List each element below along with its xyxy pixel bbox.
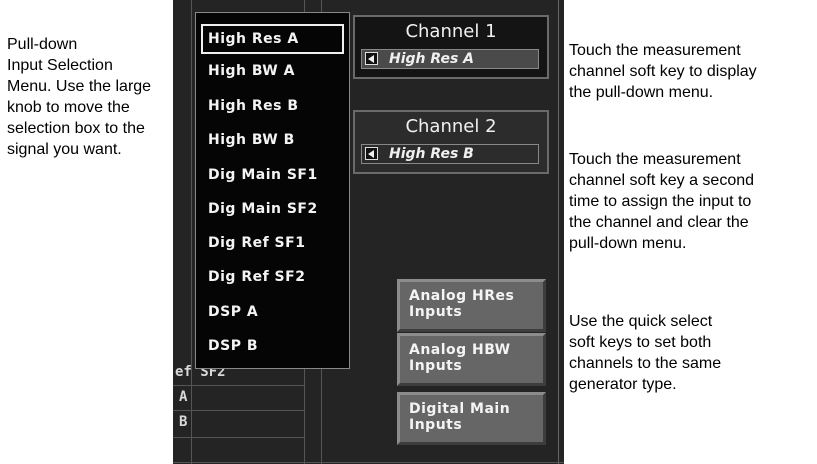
digital-main-inputs-button[interactable]: Digital Main Inputs bbox=[397, 392, 546, 445]
menu-item-dsp-a[interactable]: DSP A bbox=[201, 298, 344, 328]
assign-input-caption: Touch the measurement channel soft key a… bbox=[569, 151, 755, 252]
grid-divider bbox=[173, 437, 304, 438]
channel-2-soft-key[interactable]: Channel 2 High Res B bbox=[353, 110, 549, 174]
instrument-screen: ef SF2 A B Channel 1 High Res A Channel … bbox=[173, 0, 564, 464]
menu-item-dig-ref-sf1[interactable]: Dig Ref SF1 bbox=[201, 229, 344, 259]
grid-divider bbox=[173, 385, 304, 386]
menu-item-high-res-b[interactable]: High Res B bbox=[201, 92, 344, 122]
menu-item-high-res-a[interactable]: High Res A bbox=[201, 24, 344, 54]
channel-key-caption: Touch the measurement channel soft key t… bbox=[569, 42, 757, 101]
menu-item-high-bw-a[interactable]: High BW A bbox=[201, 57, 344, 87]
left-arrow-icon[interactable] bbox=[365, 52, 378, 65]
left-arrow-icon[interactable] bbox=[365, 147, 378, 160]
channel-2-title: Channel 2 bbox=[405, 116, 497, 137]
menu-item-dig-main-sf2[interactable]: Dig Main SF2 bbox=[201, 195, 344, 225]
menu-item-dig-main-sf1[interactable]: Dig Main SF1 bbox=[201, 161, 344, 191]
analog-hbw-inputs-button[interactable]: Analog HBW Inputs bbox=[397, 333, 546, 386]
analog-hres-inputs-button[interactable]: Analog HRes Inputs bbox=[397, 279, 546, 332]
grid-divider bbox=[173, 462, 564, 463]
channel-1-title: Channel 1 bbox=[405, 21, 497, 42]
channel-1-soft-key[interactable]: Channel 1 High Res A bbox=[353, 15, 549, 79]
channel-1-input-field[interactable]: High Res A bbox=[361, 49, 539, 69]
input-selection-menu: High Res A High BW A High Res B High BW … bbox=[195, 12, 350, 369]
channel-2-input-field[interactable]: High Res B bbox=[361, 144, 539, 164]
quick-select-caption: Use the quick select soft keys to set bo… bbox=[569, 313, 722, 393]
grid-divider bbox=[558, 0, 559, 464]
background-list-item: B bbox=[179, 414, 188, 430]
menu-item-dsp-b[interactable]: DSP B bbox=[201, 332, 344, 362]
menu-item-dig-ref-sf2[interactable]: Dig Ref SF2 bbox=[201, 263, 344, 293]
channel-1-value: High Res A bbox=[389, 51, 474, 67]
background-list-item: A bbox=[179, 389, 188, 405]
menu-item-high-bw-b[interactable]: High BW B bbox=[201, 126, 344, 156]
grid-divider bbox=[191, 0, 192, 464]
channel-2-value: High Res B bbox=[389, 146, 474, 162]
grid-divider bbox=[173, 410, 304, 411]
menu-caption: Pull-down Input Selection Menu. Use the … bbox=[7, 36, 152, 158]
